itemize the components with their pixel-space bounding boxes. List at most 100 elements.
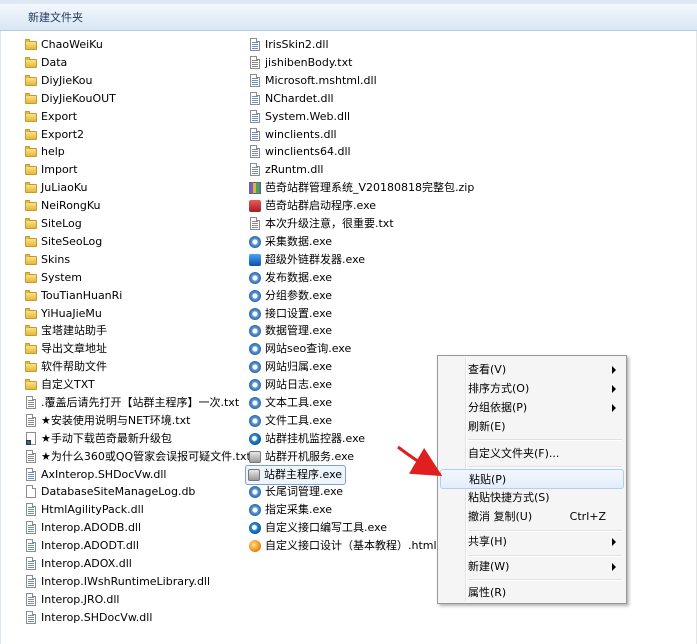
file-item[interactable]: Import: [24, 161, 78, 179]
file-item[interactable]: AxInterop.SHDocVw.dll: [24, 466, 166, 484]
dll-file-icon: [248, 145, 262, 159]
file-item[interactable]: Export2: [24, 126, 84, 144]
context-menu-item[interactable]: 自定义文件夹(F)...: [440, 444, 624, 464]
file-item[interactable]: 长尾词管理.exe: [248, 483, 343, 501]
file-item-label: DiyJieKou: [41, 74, 93, 87]
file-item[interactable]: winclients64.dll: [248, 143, 351, 161]
context-menu-item[interactable]: 新建(W): [440, 557, 624, 577]
file-item[interactable]: IrisSkin2.dll: [248, 36, 329, 54]
file-item-label: Export2: [41, 128, 85, 141]
file-item[interactable]: 网站日志.exe: [248, 376, 332, 394]
file-item[interactable]: jishibenBody.txt: [248, 54, 352, 72]
file-item[interactable]: DiyJieKou: [24, 72, 92, 90]
context-menu-item[interactable]: 排序方式(O): [440, 379, 624, 399]
file-item[interactable]: ChaoWeiKu: [24, 36, 103, 54]
context-menu-item[interactable]: 分组依据(P): [440, 398, 624, 418]
file-item-label: 自定义接口编写工具.exe: [265, 521, 388, 534]
file-item[interactable]: DiyJieKouOUT: [24, 90, 116, 108]
file-item[interactable]: 超级外链群发器.exe: [248, 251, 365, 269]
file-item[interactable]: 站群挂机监控器.exe: [248, 430, 365, 448]
context-menu: 查看(V) 排序方式(O) 分组依据(P) 刷新(E) 自定义文件夹(F)... 粘贴(P…: [437, 355, 627, 604]
dll-file-icon: [24, 468, 38, 482]
file-item[interactable]: 软件帮助文件: [24, 358, 107, 376]
file-item-label: SiteSeoLog: [41, 235, 103, 248]
context-menu-item[interactable]: 刷新(E): [440, 417, 624, 437]
dll-file-icon: [248, 128, 262, 142]
file-item[interactable]: winclients.dll: [248, 126, 337, 144]
folder-icon: [24, 324, 38, 338]
menu-item-label: 自定义文件夹(F)...: [468, 447, 560, 460]
file-item[interactable]: Microsoft.mshtml.dll: [248, 72, 377, 90]
context-menu-item[interactable]: 撤消 复制(U) Ctrl+Z: [440, 507, 624, 527]
folder-icon: [24, 181, 38, 195]
file-item[interactable]: ★安装使用说明与NET环境.txt: [24, 412, 190, 430]
file-item[interactable]: TouTianHuanRi: [24, 287, 122, 305]
context-menu-item[interactable]: 粘贴快捷方式(S): [440, 488, 624, 508]
file-item[interactable]: 芭奇站群管理系统_V20180818完整包.zip: [248, 179, 474, 197]
file-item[interactable]: DatabaseSiteManageLog.db: [24, 483, 195, 501]
file-item-label: AxInterop.SHDocVw.dll: [41, 468, 167, 481]
context-menu-item[interactable]: 属性(R): [440, 583, 624, 603]
file-item[interactable]: 文件工具.exe: [248, 412, 332, 430]
file-item[interactable]: 自定义接口编写工具.exe: [248, 519, 387, 537]
file-item[interactable]: HtmlAgilityPack.dll: [24, 501, 144, 519]
file-item[interactable]: 宝塔建站助手: [24, 322, 107, 340]
file-item[interactable]: 站群开机服务.exe: [248, 448, 354, 466]
file-item[interactable]: JuLiaoKu: [24, 179, 88, 197]
file-item[interactable]: Export: [24, 108, 77, 126]
folder-icon: [24, 56, 38, 70]
file-item[interactable]: Interop.ADOX.dll: [24, 555, 132, 573]
file-item[interactable]: 网站seo查询.exe: [248, 340, 351, 358]
file-item[interactable]: 发布数据.exe: [248, 269, 332, 287]
file-item[interactable]: 导出文章地址: [24, 340, 107, 358]
file-item[interactable]: Interop.ADODB.dll: [24, 519, 141, 537]
file-item[interactable]: Interop.SHDocVw.dll: [24, 609, 152, 627]
file-item[interactable]: 本次升级注意，很重要.txt: [248, 215, 394, 233]
file-item[interactable]: 文本工具.exe: [248, 394, 332, 412]
dll-file-icon: [248, 74, 262, 88]
menu-item-shortcut: Ctrl+Z: [569, 510, 606, 523]
file-item[interactable]: 指定采集.exe: [248, 501, 332, 519]
new-folder-button[interactable]: 新建文件夹: [24, 9, 87, 26]
file-item-label: 本次升级注意，很重要.txt: [265, 217, 394, 230]
menu-item-label: 排序方式(O): [468, 382, 530, 395]
file-item[interactable]: 采集数据.exe: [248, 233, 332, 251]
file-item[interactable]: 网站归属.exe: [248, 358, 332, 376]
folder-icon: [24, 253, 38, 267]
file-item[interactable]: System: [24, 269, 82, 287]
file-item[interactable]: NeiRongKu: [24, 197, 101, 215]
context-menu-item[interactable]: 查看(V): [440, 360, 624, 380]
file-item[interactable]: System.Web.dll: [248, 108, 350, 126]
file-item[interactable]: ★为什么360或QQ管家会误报可疑文件.txt: [24, 448, 251, 466]
file-item-label: zRuntm.dll: [265, 163, 324, 176]
file-item[interactable]: zRuntm.dll: [248, 161, 324, 179]
file-item[interactable]: 芭奇站群启动程序.exe: [248, 197, 376, 215]
file-item[interactable]: 分组参数.exe: [248, 287, 332, 305]
file-item[interactable]: Skins: [24, 251, 70, 269]
file-item[interactable]: Interop.IWshRuntimeLibrary.dll: [24, 573, 210, 591]
context-menu-item[interactable]: 共享(H): [440, 532, 624, 552]
file-item[interactable]: .覆盖后请先打开【站群主程序】一次.txt: [24, 394, 239, 412]
file-item[interactable]: Data: [24, 54, 67, 72]
file-item[interactable]: help: [24, 143, 65, 161]
file-item-label: System: [41, 271, 83, 284]
file-item[interactable]: 数据管理.exe: [248, 322, 332, 340]
file-item[interactable]: NChardet.dll: [248, 90, 334, 108]
file-item[interactable]: Interop.JRO.dll: [24, 591, 119, 609]
file-item-label: 发布数据.exe: [265, 271, 333, 284]
file-item[interactable]: ★手动下载芭奇最新升级包: [24, 430, 172, 448]
file-item[interactable]: Interop.ADODT.dll: [24, 537, 139, 555]
file-item[interactable]: SiteSeoLog: [24, 233, 102, 251]
file-item[interactable]: YiHuaJieMu: [24, 305, 102, 323]
folder-icon: [24, 307, 38, 321]
menu-item-label: 分组依据(P): [468, 401, 528, 414]
file-item[interactable]: 站群主程序.exe: [244, 465, 347, 485]
folder-icon: [24, 199, 38, 213]
file-item[interactable]: 自定义TXT: [24, 376, 95, 394]
file-item-label: 指定采集.exe: [265, 503, 333, 516]
context-menu-item[interactable]: 粘贴(P): [440, 469, 624, 489]
file-item[interactable]: 接口设置.exe: [248, 305, 332, 323]
file-item[interactable]: 自定义接口设计（基本教程）.html: [248, 537, 437, 555]
context-menu-separator: [468, 579, 622, 581]
file-item[interactable]: SiteLog: [24, 215, 82, 233]
